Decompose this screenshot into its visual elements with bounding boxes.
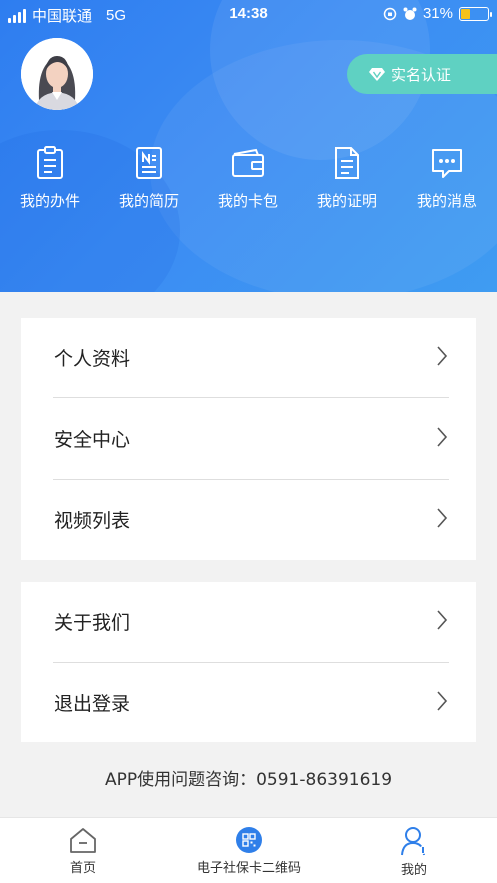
battery-icon — [459, 6, 492, 21]
resume-icon — [136, 147, 162, 179]
tab-label: 首页 — [69, 861, 96, 876]
menu-item-video-list[interactable]: 视频列表 — [21, 480, 476, 560]
menu-item-label: 关于我们 — [54, 612, 131, 634]
real-name-auth-button[interactable]: 实名认证 — [347, 54, 497, 94]
battery-percent: 31% — [422, 5, 453, 22]
user-icon — [401, 827, 427, 856]
quick-action-label: 我的卡包 — [217, 192, 278, 210]
menu-card-account: 个人资料 安全中心 视频列表 — [21, 318, 476, 560]
support-hotline[interactable]: APP使用问题咨询：0591-86391619 — [0, 765, 497, 790]
message-icon — [432, 149, 462, 178]
chevron-right-icon — [437, 346, 448, 366]
divider — [53, 397, 449, 398]
bottom-tab-bar: 首页 电子社保卡二维码 我的 — [0, 817, 497, 883]
quick-action-my-messages[interactable]: 我的消息 — [397, 146, 497, 211]
quick-action-label: 我的证明 — [316, 192, 377, 210]
quick-action-label: 我的消息 — [416, 192, 477, 210]
menu-item-label: 视频列表 — [54, 510, 131, 532]
tab-mine[interactable]: 我的 — [379, 826, 449, 878]
female-avatar-icon — [21, 38, 93, 110]
menu-item-personal-info[interactable]: 个人资料 — [21, 318, 476, 398]
diamond-icon — [369, 68, 385, 81]
chevron-right-icon — [437, 427, 448, 447]
tab-label: 电子社保卡二维码 — [196, 861, 301, 876]
chevron-right-icon — [437, 691, 448, 711]
clipboard-list-icon — [37, 146, 63, 179]
chevron-right-icon — [437, 508, 448, 528]
menu-item-security-center[interactable]: 安全中心 — [21, 399, 476, 479]
auth-button-label: 实名认证 — [391, 65, 452, 84]
quick-action-my-certificates[interactable]: 我的证明 — [297, 146, 397, 211]
menu-item-label: 个人资料 — [54, 348, 131, 370]
menu-item-about-us[interactable]: 关于我们 — [21, 582, 476, 662]
quick-action-my-tasks[interactable]: 我的办件 — [0, 146, 100, 211]
tab-label: 我的 — [400, 863, 427, 878]
quick-action-label: 我的办件 — [19, 192, 80, 210]
profile-header: 中国联通 5G 14:38 31% 实名认证 我的办件 我的简历 我的卡包 我的… — [0, 0, 497, 292]
quick-action-my-cards[interactable]: 我的卡包 — [198, 146, 298, 211]
wallet-icon — [232, 148, 264, 177]
chevron-right-icon — [437, 610, 448, 630]
quick-action-my-resume[interactable]: 我的简历 — [99, 146, 199, 211]
avatar[interactable] — [21, 38, 93, 110]
tab-social-security-qrcode[interactable]: 电子社保卡二维码 — [190, 826, 308, 876]
status-bar: 中国联通 5G 14:38 31% — [0, 0, 497, 28]
quick-actions: 我的办件 我的简历 我的卡包 我的证明 我的消息 — [0, 146, 497, 226]
rotation-lock-icon — [383, 7, 397, 20]
document-icon — [335, 147, 359, 179]
qrcode-icon — [236, 827, 262, 853]
menu-item-label: 退出登录 — [54, 693, 131, 715]
menu-item-label: 安全中心 — [54, 429, 131, 451]
home-icon — [70, 828, 96, 853]
alarm-icon — [403, 7, 417, 20]
menu-item-logout[interactable]: 退出登录 — [21, 663, 476, 743]
quick-action-label: 我的简历 — [118, 192, 179, 210]
tab-home[interactable]: 首页 — [48, 826, 118, 876]
menu-card-app: 关于我们 退出登录 — [21, 582, 476, 742]
